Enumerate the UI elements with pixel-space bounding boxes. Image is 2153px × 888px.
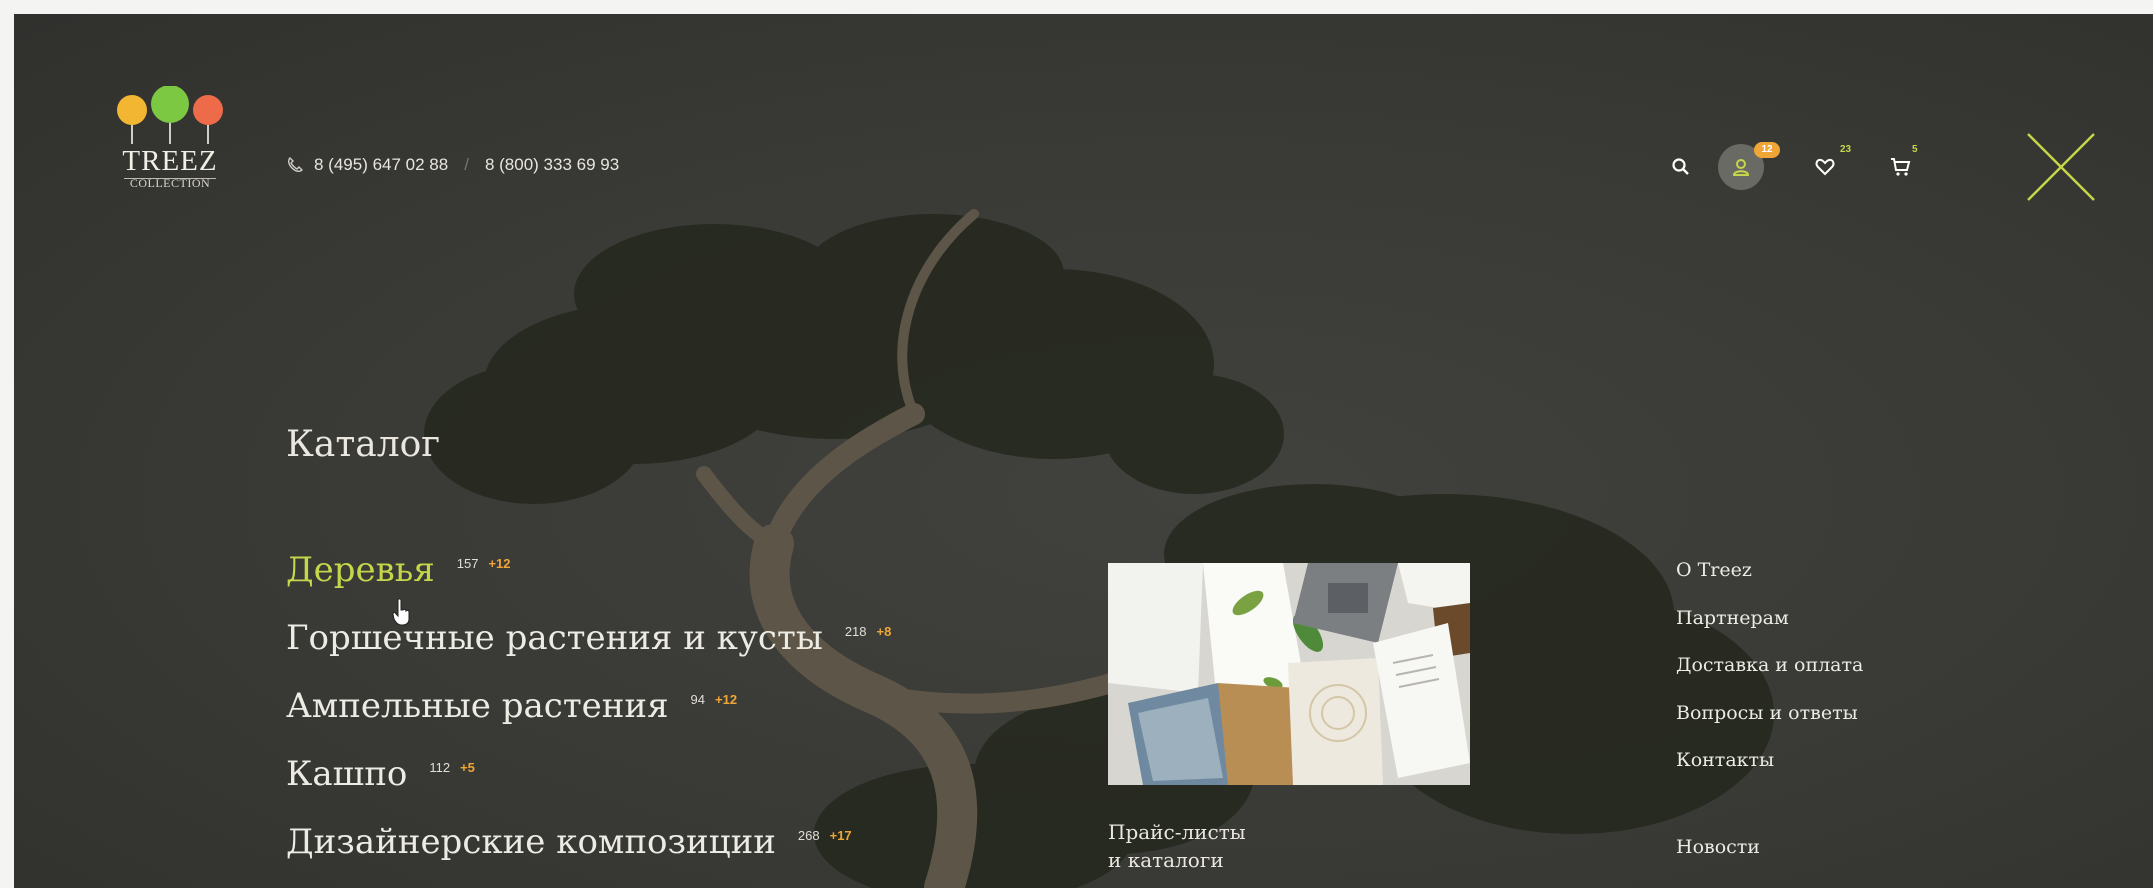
- nav-faq[interactable]: Вопросы и ответы: [1676, 695, 1863, 743]
- catalog-item-count: 218: [844, 624, 867, 639]
- catalog-item-count: 268: [797, 828, 820, 843]
- phone-icon: [287, 157, 303, 173]
- catalog-item-trees[interactable]: Деревья 157 +12: [286, 546, 891, 614]
- catalog-list: Деревья 157 +12 Горшечные растения и кус…: [286, 546, 891, 886]
- catalog-item-label: Ампельные растения: [286, 686, 669, 726]
- catalog-item-new-count: +12: [715, 692, 738, 707]
- cart-icon: [1891, 158, 1911, 176]
- catalog-item-potted-plants[interactable]: Горшечные растения и кусты 218 +8: [286, 614, 891, 682]
- account-badge: 12: [1754, 142, 1780, 158]
- nav-partners[interactable]: Партнерам: [1676, 600, 1863, 648]
- catalog-item-count: 157: [456, 556, 479, 571]
- catalog-item-label: Дизайнерские композиции: [286, 822, 776, 862]
- close-menu-button[interactable]: [2026, 132, 2096, 202]
- catalog-item-new-count: +17: [829, 828, 852, 843]
- search-button[interactable]: [1666, 152, 1696, 182]
- catalog-brochures-image: [1108, 563, 1470, 785]
- favorites-button[interactable]: [1810, 152, 1840, 182]
- cart-button[interactable]: [1886, 152, 1916, 182]
- nav-delivery[interactable]: Доставка и оплата: [1676, 647, 1863, 695]
- heart-icon: [1815, 158, 1835, 176]
- catalog-item-ampel-plants[interactable]: Ампельные растения 94 +12: [286, 682, 891, 750]
- favorites-badge: 23: [1840, 144, 1852, 155]
- catalog-item-count: 112: [429, 760, 451, 775]
- cart-badge: 5: [1912, 144, 1918, 155]
- trees-logo-icon: [117, 86, 223, 144]
- price-list-caption-line2: и каталоги: [1108, 848, 1224, 872]
- nav-contacts[interactable]: Контакты: [1676, 742, 1863, 790]
- close-icon: [2027, 133, 2095, 201]
- catalog-item-label: Кашпо: [286, 754, 408, 794]
- catalog-item-planters[interactable]: Кашпо 112 +5: [286, 750, 891, 818]
- treez-logo[interactable]: TREEZ COLLECTION: [106, 86, 234, 198]
- nav-news[interactable]: Новости: [1676, 836, 1760, 858]
- catalog-item-new-count: +5: [460, 760, 475, 775]
- user-icon: [1732, 159, 1750, 176]
- price-list-caption-line1: Прайс-листы: [1108, 820, 1246, 844]
- hand-cursor-icon: [392, 598, 410, 626]
- catalog-item-designer-compositions[interactable]: Дизайнерские композиции 268 +17: [286, 818, 891, 886]
- phone-numbers: 8 (495) 647 02 88 / 8 (800) 333 69 93: [286, 152, 619, 178]
- price-list-caption[interactable]: Прайс-листы и каталоги: [1108, 818, 1308, 874]
- catalog-item-label: Деревья: [286, 550, 435, 590]
- menu-overlay: TREEZ COLLECTION 8 (495) 647 02 88 / 8 (…: [14, 14, 2153, 888]
- phone-number-free[interactable]: 8 (800) 333 69 93: [485, 155, 619, 175]
- search-icon: [1672, 158, 1689, 175]
- catalog-title: Каталог: [286, 424, 441, 465]
- logo-sub-text: COLLECTION: [129, 176, 211, 190]
- phone-number-moscow[interactable]: 8 (495) 647 02 88: [314, 155, 448, 175]
- catalog-item-new-count: +12: [488, 556, 511, 571]
- catalog-item-count: 94: [690, 692, 705, 707]
- nav-about[interactable]: О Treez: [1676, 552, 1863, 600]
- phone-separator: /: [464, 155, 469, 174]
- catalog-item-new-count: +8: [876, 624, 892, 639]
- logo-brand-text: TREEZ: [122, 145, 218, 177]
- secondary-nav: О Treez Партнерам Доставка и оплата Вопр…: [1676, 552, 1863, 790]
- catalog-item-label: Горшечные растения и кусты: [286, 618, 823, 658]
- price-list-preview-image[interactable]: [1108, 563, 1470, 785]
